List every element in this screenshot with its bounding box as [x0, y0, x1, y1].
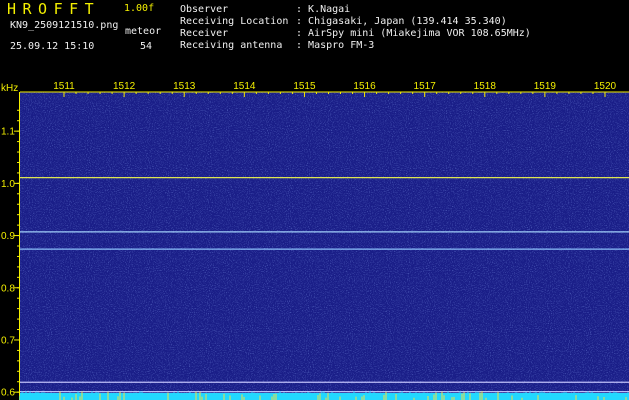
app-title: HROFFT: [7, 0, 101, 18]
receiver-value: : AirSpy mini (Miakejima VOR 108.65MHz): [296, 28, 531, 39]
datetime-label: 25.09.12 15:10: [10, 41, 95, 52]
observer-value: : K.Nagai: [296, 4, 351, 15]
freq-tick-label: 0.9: [1, 231, 15, 242]
mode-label: meteor: [125, 26, 162, 37]
header-panel: HROFFT 1.00f KN9_2509121510.png meteor 2…: [0, 0, 629, 80]
antenna-label: Receiving antenna: [180, 40, 283, 51]
time-tick-label: 1515: [293, 81, 316, 92]
y-axis-unit: kHz: [1, 83, 18, 94]
freq-tick-label: 1.1: [1, 127, 15, 138]
time-tick-label: 1516: [353, 81, 376, 92]
time-tick-label: 1512: [113, 81, 136, 92]
time-tick-label: 1520: [594, 81, 617, 92]
time-tick-label: 1518: [474, 81, 497, 92]
freq-tick-label: 0.7: [1, 335, 15, 346]
antenna-value: : Maspro FM-3: [296, 40, 375, 51]
location-label: Receiving Location: [180, 16, 289, 27]
observer-label: Observer: [180, 4, 229, 15]
time-tick-label: 1517: [414, 81, 437, 92]
time-tick-label: 1511: [53, 81, 75, 92]
detection-count: 54: [140, 41, 153, 52]
time-tick-label: 1514: [233, 81, 256, 92]
receiver-label: Receiver: [180, 28, 229, 39]
version-label: 1.00f: [124, 3, 155, 14]
freq-tick-label: 1.0: [1, 179, 15, 190]
waterfall-noise: [20, 92, 629, 400]
time-tick-label: 1519: [534, 81, 557, 92]
filename-label: KN9_2509121510.png: [10, 20, 119, 31]
spectrogram-plot[interactable]: 1511 1512 1513 1514 1515 1516 1517 1518 1519 1520…: [0, 80, 629, 400]
freq-tick-label: 0.8: [1, 283, 15, 294]
location-value: : Chigasaki, Japan (139.414 35.340): [296, 16, 507, 27]
freq-tick-label: 0.6: [1, 388, 15, 399]
time-tick-label: 1513: [173, 81, 196, 92]
